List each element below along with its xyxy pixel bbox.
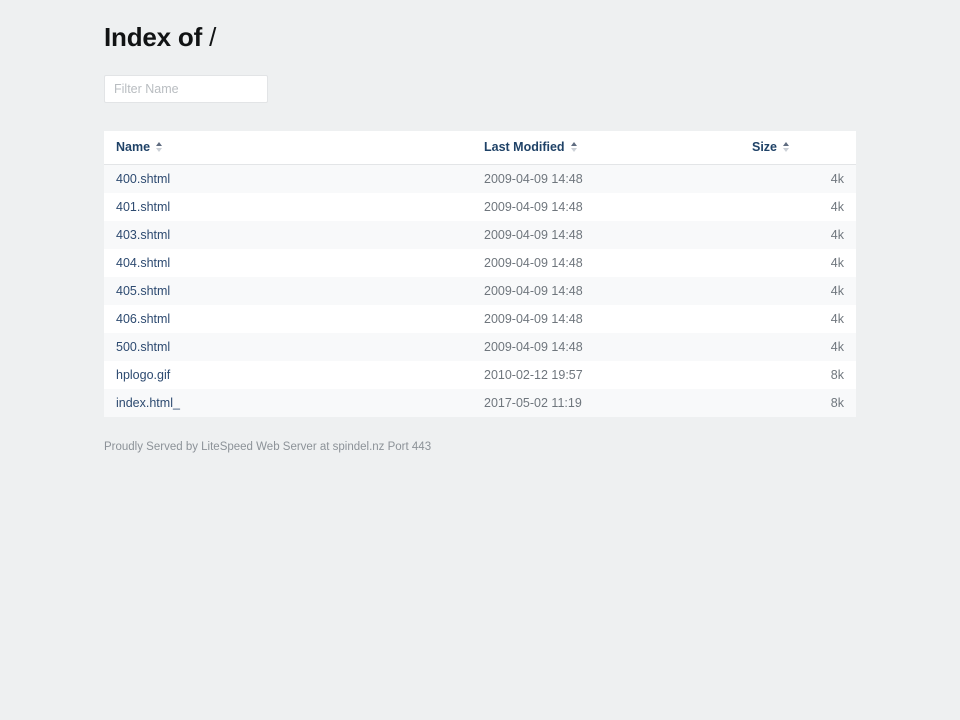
cell-size: 4k	[830, 256, 844, 271]
table-row: hplogo.gif 2010-02-12 19:57 8k	[104, 361, 856, 390]
file-link[interactable]: 400.shtml	[116, 172, 170, 186]
table-header: Name Last Modified Size	[104, 131, 856, 166]
column-header-name[interactable]: Name	[104, 131, 472, 166]
file-link[interactable]: hplogo.gif	[116, 368, 170, 382]
cell-name: 403.shtml	[104, 221, 472, 249]
cell-name: 405.shtml	[104, 277, 472, 305]
cell-last-modified: 2009-04-09 14:48	[484, 340, 583, 355]
cell-last-modified: 2009-04-09 14:48	[484, 284, 583, 299]
table-row: 406.shtml 2009-04-09 14:48 4k	[104, 305, 856, 334]
table-row: 403.shtml 2009-04-09 14:48 4k	[104, 221, 856, 250]
sort-arrows-icon[interactable]	[156, 141, 163, 153]
table-row: 500.shtml 2009-04-09 14:48 4k	[104, 333, 856, 362]
cell-size: 4k	[830, 228, 844, 243]
page-title: Index of /	[104, 22, 856, 53]
file-link[interactable]: 405.shtml	[116, 284, 170, 298]
cell-last-modified: 2009-04-09 14:48	[484, 172, 583, 187]
cell-size: 4k	[830, 340, 844, 355]
file-link[interactable]: 403.shtml	[116, 228, 170, 242]
filter-name-input[interactable]	[104, 75, 268, 104]
table-row: 405.shtml 2009-04-09 14:48 4k	[104, 277, 856, 306]
column-header-size-label: Size	[752, 140, 778, 155]
file-link[interactable]: 404.shtml	[116, 256, 170, 270]
cell-last-modified: 2009-04-09 14:48	[484, 256, 583, 271]
table-row: index.html_ 2017-05-02 11:19 8k	[104, 389, 856, 418]
cell-last-modified: 2009-04-09 14:48	[484, 312, 583, 327]
cell-last-modified: 2009-04-09 14:48	[484, 200, 583, 215]
sort-arrows-icon[interactable]	[783, 141, 790, 153]
table-row: 401.shtml 2009-04-09 14:48 4k	[104, 193, 856, 222]
file-link[interactable]: 406.shtml	[116, 312, 170, 326]
cell-size: 4k	[830, 200, 844, 215]
sort-arrows-icon[interactable]	[570, 141, 578, 153]
table-header-row: Name Last Modified Size	[104, 131, 856, 166]
column-header-size[interactable]: Size	[740, 131, 856, 166]
cell-size: 4k	[830, 284, 844, 299]
table-row: 404.shtml 2009-04-09 14:48 4k	[104, 249, 856, 278]
server-signature: Proudly Served by LiteSpeed Web Server a…	[104, 441, 432, 454]
column-header-last-modified[interactable]: Last Modified	[472, 131, 740, 166]
file-link[interactable]: 401.shtml	[116, 200, 170, 214]
cell-size: 4k	[830, 312, 844, 327]
cell-name: index.html_	[104, 389, 472, 417]
cell-name: 401.shtml	[104, 193, 472, 221]
cell-name: hplogo.gif	[104, 361, 472, 389]
cell-last-modified: 2010-02-12 19:57	[484, 368, 583, 383]
column-header-last-modified-label: Last Modified	[484, 140, 565, 155]
table-body: 400.shtml 2009-04-09 14:48 4k 401.shtml 2009…	[104, 164, 856, 418]
cell-last-modified: 2017-05-02 11:19	[484, 396, 582, 411]
table-row: 400.shtml 2009-04-09 14:48 4k	[104, 164, 856, 194]
column-header-name-label: Name	[116, 140, 151, 155]
cell-name: 400.shtml	[104, 165, 472, 194]
page-title-label: Index of	[104, 22, 203, 52]
file-link[interactable]: index.html_	[116, 396, 180, 410]
cell-last-modified: 2009-04-09 14:48	[484, 228, 583, 243]
cell-size: 8k	[830, 396, 844, 411]
directory-listing-table: Name Last Modified Size 400.shtml 2009-0…	[104, 131, 856, 418]
page-root: Index of / Name Last Modified	[0, 0, 960, 720]
cell-name: 406.shtml	[104, 305, 472, 333]
file-link[interactable]: 500.shtml	[116, 340, 170, 354]
content-container: Index of / Name Last Modified	[104, 0, 856, 455]
filter-row	[104, 75, 856, 104]
cell-name: 404.shtml	[104, 249, 472, 277]
cell-size: 8k	[830, 368, 844, 383]
cell-name: 500.shtml	[104, 333, 472, 361]
cell-size: 4k	[830, 172, 844, 187]
page-title-path: /	[209, 22, 217, 52]
